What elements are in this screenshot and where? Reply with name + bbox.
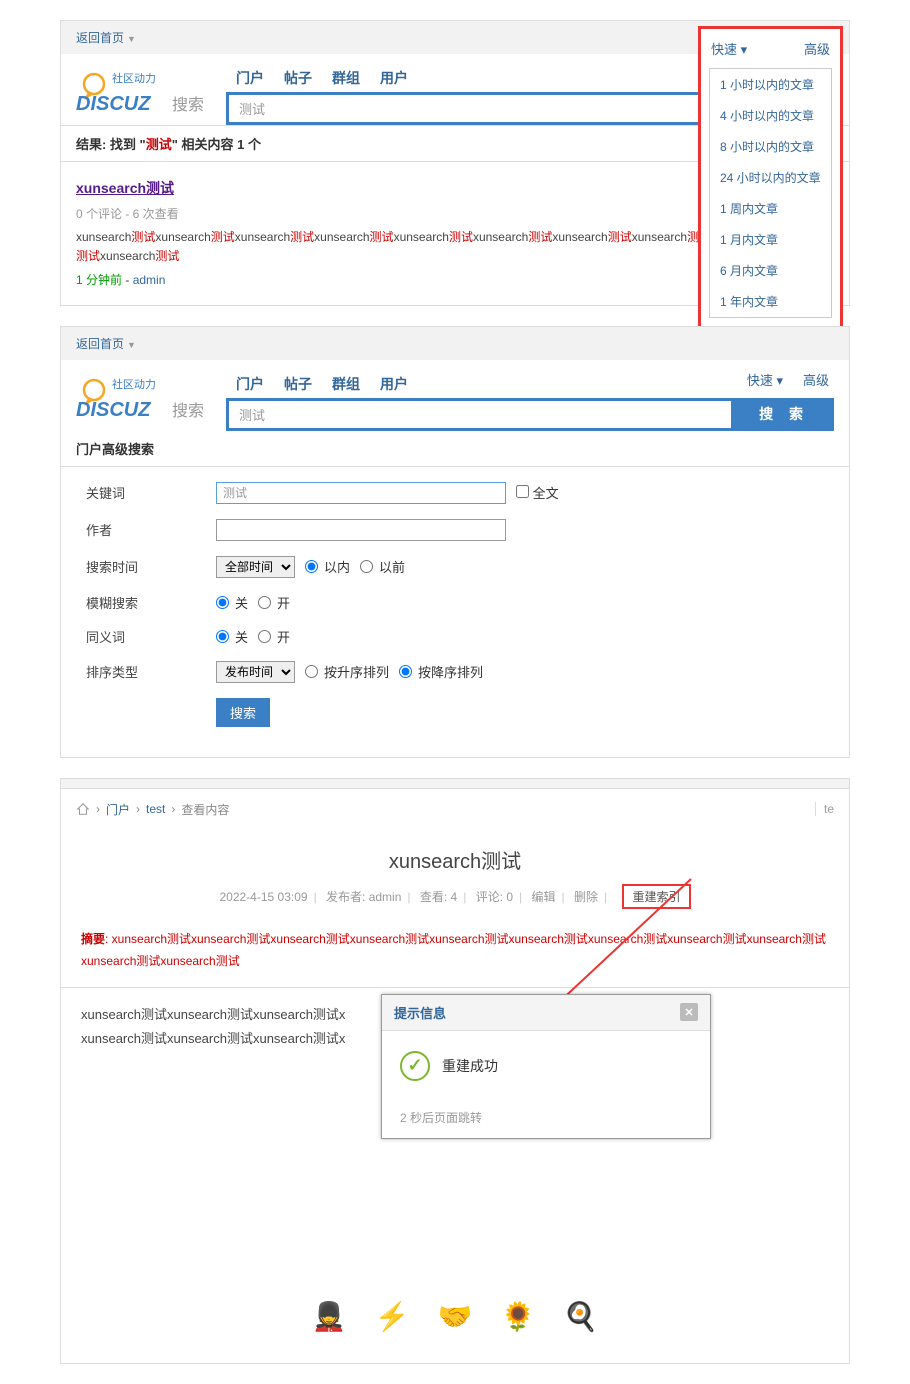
advanced-link[interactable]: 高级 (804, 39, 830, 58)
tab-group[interactable]: 群组 (332, 68, 360, 88)
quick-filter-item[interactable]: 1 周内文章 (710, 193, 831, 224)
quick-filter-item[interactable]: 6 月内文章 (710, 255, 831, 286)
chevron-down-icon: ▾ (737, 42, 747, 57)
keyword-label: 关键词 (86, 483, 216, 502)
quick-link[interactable]: 快速 ▾ (711, 39, 747, 58)
close-icon[interactable]: ✕ (680, 1003, 698, 1021)
chevron-down-icon: ▾ (773, 373, 783, 388)
time-select[interactable]: 全部时间 (216, 556, 295, 578)
logo[interactable]: 社区动力 DISCUZ 搜索 (76, 64, 216, 124)
lightning-emoji[interactable]: ⚡ (375, 1300, 410, 1333)
time-label: 搜索时间 (86, 557, 216, 576)
quick-link[interactable]: 快速 ▾ (747, 370, 783, 389)
svg-text:DISCUZ: DISCUZ (76, 399, 151, 421)
chevron-down-icon: ▼ (127, 340, 136, 350)
synonym-label: 同义词 (86, 627, 216, 646)
dialog-title: 提示信息 (394, 1003, 446, 1022)
search-tabs: 门户 帖子 群组 用户 (226, 370, 834, 398)
sort-select[interactable]: 发布时间 (216, 661, 295, 683)
logo[interactable]: 社区动力 DISCUZ 搜索 (76, 370, 216, 430)
breadcrumb-portal[interactable]: 门户 (106, 801, 130, 818)
message-dialog: 提示信息 ✕ ✓ 重建成功 2 秒后页面跳转 (381, 994, 711, 1139)
breadcrumb-view: 查看内容 (181, 801, 229, 818)
flower-emoji[interactable]: 🌻 (500, 1300, 535, 1333)
quick-filter-item[interactable]: 8 小时以内的文章 (710, 131, 831, 162)
dialog-message: 重建成功 (442, 1056, 498, 1076)
advanced-search-panel: 返回首页▼ 社区动力 DISCUZ 搜索 门户 帖子 群组 用户 搜 索 (60, 326, 850, 758)
tab-portal[interactable]: 门户 (236, 374, 264, 394)
quick-filter-item[interactable]: 1 小时以内的文章 (710, 69, 831, 100)
tab-user[interactable]: 用户 (380, 374, 408, 394)
tab-user[interactable]: 用户 (380, 68, 408, 88)
advanced-form: 关键词 全文 作者 搜索时间 全部时间 以内 以前 模糊搜索 关 开 同义词 关… (61, 467, 849, 757)
quick-filter-item[interactable]: 1 年内文章 (710, 286, 831, 317)
chevron-down-icon: ▼ (127, 34, 136, 44)
article-view-panel: › 门户 › test › 查看内容 te xunsearch测试 2022-4… (60, 778, 850, 1364)
author-input[interactable] (216, 519, 506, 541)
synonym-on-radio[interactable] (258, 630, 271, 643)
check-icon: ✓ (400, 1051, 430, 1081)
topbar: 返回首页▼ (61, 327, 849, 360)
search-result-panel: 返回首页▼ 社区动力 DISCUZ 搜索 门户 帖子 群组 用户 (60, 20, 850, 306)
sort-label: 排序类型 (86, 662, 216, 681)
article-title: xunsearch测试 (61, 845, 849, 874)
tab-group[interactable]: 群组 (332, 374, 360, 394)
return-home-link[interactable]: 返回首页▼ (76, 31, 136, 45)
advanced-link[interactable]: 高级 (803, 370, 829, 389)
fulltext-checkbox[interactable] (516, 485, 529, 498)
desc-radio[interactable] (399, 665, 412, 678)
home-icon (76, 802, 90, 816)
asc-radio[interactable] (305, 665, 318, 678)
egg-emoji[interactable]: 🍳 (563, 1300, 598, 1333)
advanced-search-title: 门户高级搜索 (61, 431, 849, 467)
article-summary: 摘要: xunsearch测试xunsearch测试xunsearch测试xun… (61, 929, 849, 988)
tab-post[interactable]: 帖子 (284, 374, 312, 394)
synonym-off-radio[interactable] (216, 630, 229, 643)
quick-filter-item[interactable]: 4 小时以内的文章 (710, 100, 831, 131)
search-button[interactable]: 搜 索 (734, 398, 834, 431)
handshake-emoji[interactable]: 🤝 (438, 1300, 473, 1333)
breadcrumb-test[interactable]: test (146, 802, 165, 816)
svg-text:DISCUZ: DISCUZ (76, 93, 151, 115)
before-radio[interactable] (360, 560, 373, 573)
svg-text:社区动力: 社区动力 (112, 71, 156, 85)
author-label: 作者 (86, 520, 216, 539)
keyword-input[interactable] (216, 482, 506, 504)
dialog-footer: 2 秒后页面跳转 (382, 1101, 710, 1138)
quick-filter-item[interactable]: 24 小时以内的文章 (710, 162, 831, 193)
submit-button[interactable]: 搜索 (216, 698, 270, 727)
article-meta: 2022-4-15 03:09| 发布者: admin| 查看: 4| 评论: … (61, 884, 849, 909)
search-input[interactable] (226, 398, 734, 431)
return-home-link[interactable]: 返回首页▼ (76, 337, 136, 351)
breadcrumb: › 门户 › test › 查看内容 te (61, 789, 849, 830)
tab-post[interactable]: 帖子 (284, 68, 312, 88)
within-radio[interactable] (305, 560, 318, 573)
soldier-emoji[interactable]: 💂 (312, 1300, 347, 1333)
result-title-link[interactable]: xunsearch测试 (76, 180, 174, 196)
svg-text:搜索: 搜索 (172, 402, 204, 420)
quick-filter-dropdown: 快速 ▾ 高级 1 小时以内的文章4 小时以内的文章8 小时以内的文章24 小时… (698, 26, 843, 329)
sidebar-cut: te (815, 802, 834, 816)
admin-link[interactable]: admin (133, 273, 166, 287)
rebuild-index-button[interactable]: 重建索引 (622, 884, 690, 909)
fuzzy-off-radio[interactable] (216, 596, 229, 609)
emoji-row: 💂 ⚡ 🤝 🌻 🍳 (61, 1270, 849, 1363)
edit-link[interactable]: 编辑 (532, 890, 556, 904)
fuzzy-label: 模糊搜索 (86, 593, 216, 612)
svg-text:社区动力: 社区动力 (112, 377, 156, 391)
svg-text:搜索: 搜索 (172, 96, 204, 114)
fuzzy-on-radio[interactable] (258, 596, 271, 609)
tab-portal[interactable]: 门户 (236, 68, 264, 88)
delete-link[interactable]: 删除 (574, 890, 598, 904)
quick-filter-item[interactable]: 1 月内文章 (710, 224, 831, 255)
